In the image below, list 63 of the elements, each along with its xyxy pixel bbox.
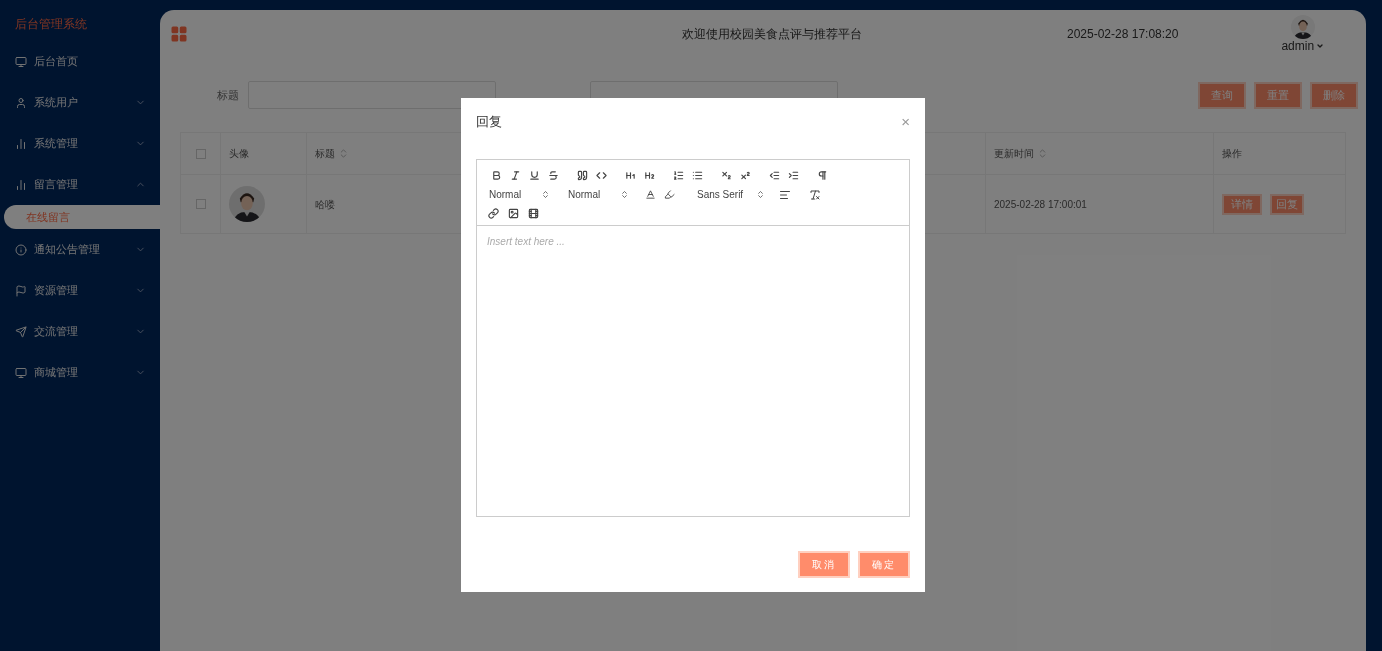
sidebar-item[interactable]: 通知公告管理	[0, 229, 160, 270]
dialog-button[interactable]: 取消	[798, 551, 850, 578]
table-cell-text: 哈喽	[315, 197, 335, 212]
ordered-list-icon[interactable]	[673, 170, 684, 181]
sidebar-item[interactable]: 系统用户	[0, 82, 160, 123]
monitor-icon	[15, 55, 27, 68]
underline-icon[interactable]	[529, 170, 540, 181]
format-picker[interactable]: Normal	[487, 187, 550, 202]
highlight-icon[interactable]	[664, 189, 675, 200]
outdent-icon[interactable]	[769, 170, 780, 181]
checkbox[interactable]	[195, 148, 206, 159]
sidebar-item[interactable]: 留言管理	[0, 164, 160, 205]
monitor-icon	[15, 366, 27, 379]
search-field[interactable]	[248, 81, 496, 109]
link-icon[interactable]	[488, 208, 499, 219]
code-icon[interactable]	[596, 170, 607, 181]
header-title: 欢迎使用校园美食点评与推荐平台	[682, 26, 862, 43]
table-cell-text: 2025-02-28 17:00:01	[994, 197, 1087, 212]
column-header: 头像	[221, 133, 307, 174]
user-icon	[15, 96, 27, 109]
caret-icon	[1316, 42, 1325, 50]
video-icon[interactable]	[528, 208, 539, 219]
column-header[interactable]: 更新时间	[986, 133, 1214, 174]
field-label: 标题	[217, 87, 239, 103]
updown-arrows-icon[interactable]	[620, 190, 629, 199]
checkbox[interactable]	[195, 199, 206, 209]
column-header: 操作	[1221, 147, 1243, 161]
quote-icon[interactable]	[577, 170, 588, 181]
bar-chart-icon	[15, 178, 27, 191]
subscript-icon[interactable]	[721, 170, 732, 181]
updown-arrows-icon[interactable]	[756, 190, 765, 199]
updown-arrows-icon[interactable]	[541, 190, 550, 199]
sidebar-item[interactable]: 商城管理	[0, 352, 160, 393]
align-icon[interactable]	[779, 188, 791, 201]
send-icon	[15, 325, 27, 338]
font-color-icon[interactable]	[645, 189, 656, 200]
strikethrough-icon[interactable]	[548, 170, 559, 181]
indent-icon[interactable]	[788, 170, 799, 181]
sidebar-title: 后台管理系统	[14, 16, 88, 33]
flag-icon	[15, 284, 27, 297]
sidebar-item[interactable]: 系统管理	[0, 123, 160, 164]
bold-icon[interactable]	[491, 170, 502, 181]
header-datetime: 2025-02-28 17:08:20	[1067, 26, 1179, 43]
superscript-icon[interactable]	[740, 170, 751, 181]
format-picker[interactable]: Normal	[566, 187, 629, 202]
dialog-button[interactable]: 确定	[858, 551, 910, 578]
close-button[interactable]: ×	[901, 114, 910, 129]
heading-one-icon[interactable]	[625, 170, 636, 181]
italic-icon[interactable]	[510, 170, 521, 181]
clear-format-icon[interactable]	[809, 188, 821, 201]
dialog-title: 回复	[476, 112, 503, 131]
bar-chart-icon	[15, 137, 27, 150]
sidebar-item[interactable]: 交流管理	[0, 311, 160, 352]
sidebar-item[interactable]: 后台首页	[0, 41, 160, 82]
sidebar-item[interactable]: 资源管理	[0, 270, 160, 311]
user-menu[interactable]: admin	[1281, 39, 1325, 53]
info-icon	[15, 243, 27, 256]
heading-two-icon[interactable]	[644, 170, 655, 181]
pilcrow-icon[interactable]	[817, 170, 828, 181]
format-picker[interactable]: Sans Serif	[695, 187, 765, 202]
editor-area[interactable]: Insert text here ...	[476, 226, 910, 517]
bullet-list-icon[interactable]	[692, 170, 703, 181]
image-icon[interactable]	[508, 208, 519, 219]
